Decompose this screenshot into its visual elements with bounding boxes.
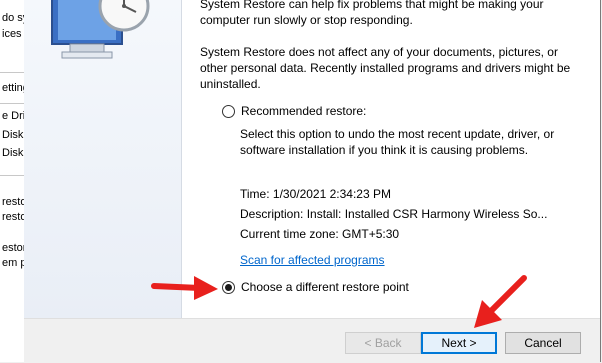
recommended-restore-label: Recommended restore:: [241, 104, 367, 118]
bg-text: estore: [2, 242, 24, 254]
intro-text: System Restore can help fix problems tha…: [200, 0, 544, 27]
different-restore-point-radio[interactable]: [222, 280, 235, 294]
bg-text: Disk: [2, 147, 24, 159]
note-text: System Restore does not affect any of yo…: [200, 45, 571, 91]
annotation-arrow-icon: [474, 275, 527, 328]
bg-text: etting: [2, 82, 24, 94]
next-button[interactable]: Next >: [421, 332, 497, 354]
current-time-zone: Current time zone: GMT+5:30: [240, 227, 400, 241]
recommended-restore-option[interactable]: Recommended restore:: [222, 104, 366, 118]
bg-text: em pr: [2, 257, 24, 269]
side-panel: [24, 0, 182, 318]
bg-text: ices: [2, 28, 22, 40]
bg-divider: [0, 103, 24, 104]
back-button[interactable]: < Back: [345, 332, 421, 354]
restore-description: Description: Install: Installed CSR Harm…: [240, 207, 548, 221]
restore-time: Time: 1/30/2021 2:34:23 PM: [240, 187, 391, 201]
background-window: do sy ices etting e Driv Disk Disk resto…: [0, 0, 25, 362]
bg-text: Disk: [2, 129, 24, 141]
bg-text: resto: [2, 211, 25, 223]
recommended-restore-radio[interactable]: [222, 104, 235, 118]
different-restore-point-label: Choose a different restore point: [241, 280, 409, 294]
cancel-button[interactable]: Cancel: [505, 332, 581, 354]
scan-affected-programs-link[interactable]: Scan for affected programs: [240, 250, 385, 270]
recommended-restore-description: Select this option to undo the most rece…: [240, 127, 555, 157]
bg-divider: [0, 72, 24, 73]
annotation-arrow-icon: [151, 276, 218, 300]
different-restore-point-option[interactable]: Choose a different restore point: [222, 280, 409, 294]
bg-text: e Driv: [2, 110, 24, 122]
bg-divider: [0, 175, 24, 176]
system-restore-icon: [51, 0, 150, 59]
bg-text: do sy: [2, 12, 24, 24]
bg-text: restor: [2, 196, 24, 208]
